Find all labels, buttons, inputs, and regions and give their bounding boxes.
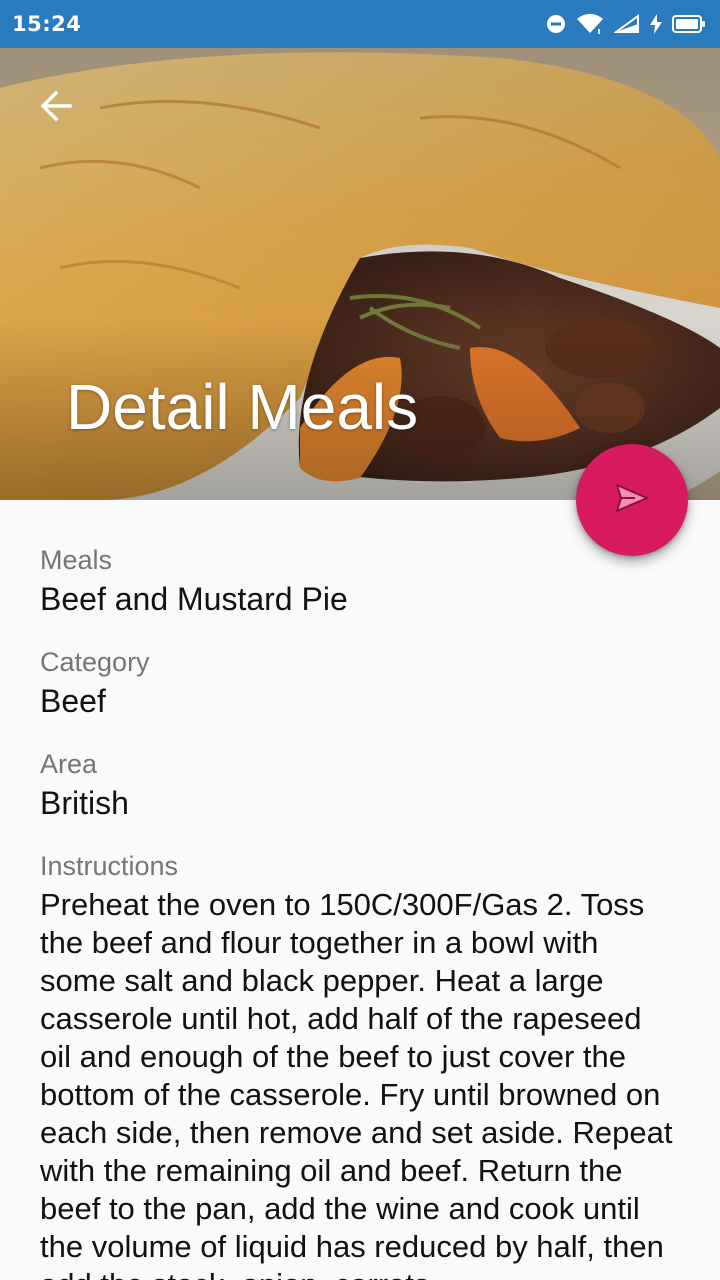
do-not-disturb-icon xyxy=(546,14,566,34)
category-value: Beef xyxy=(40,683,106,719)
page-title: Detail Meals xyxy=(66,371,419,443)
share-fab-button[interactable] xyxy=(576,444,688,556)
instructions-field: Instructions Preheat the oven to 150C/30… xyxy=(40,846,680,1280)
area-label: Area xyxy=(40,749,98,779)
hero-header: Detail Meals xyxy=(0,48,720,500)
area-value: British xyxy=(40,785,129,821)
back-button[interactable] xyxy=(30,82,82,134)
meal-details: Meals Beef and Mustard Pie Category Beef… xyxy=(40,540,680,1280)
cell-signal-icon xyxy=(614,14,640,34)
instructions-text: Preheat the oven to 150C/300F/Gas 2. Tos… xyxy=(40,887,673,1280)
arrow-back-icon xyxy=(38,88,74,128)
status-bar: 15:24 xyxy=(0,0,720,48)
meal-name-label: Meals xyxy=(40,545,113,575)
category-field: Category Beef xyxy=(40,642,680,720)
category-label: Category xyxy=(40,647,150,677)
instructions-label: Instructions xyxy=(40,851,179,881)
charging-icon xyxy=(650,14,662,34)
status-time: 15:24 xyxy=(12,12,82,36)
status-icons xyxy=(546,13,706,35)
meal-name-value: Beef and Mustard Pie xyxy=(40,581,348,617)
meal-name-field: Meals Beef and Mustard Pie xyxy=(40,540,680,618)
area-field: Area British xyxy=(40,744,680,822)
send-icon xyxy=(615,483,649,517)
battery-icon xyxy=(672,14,706,34)
wifi-icon xyxy=(576,13,604,35)
